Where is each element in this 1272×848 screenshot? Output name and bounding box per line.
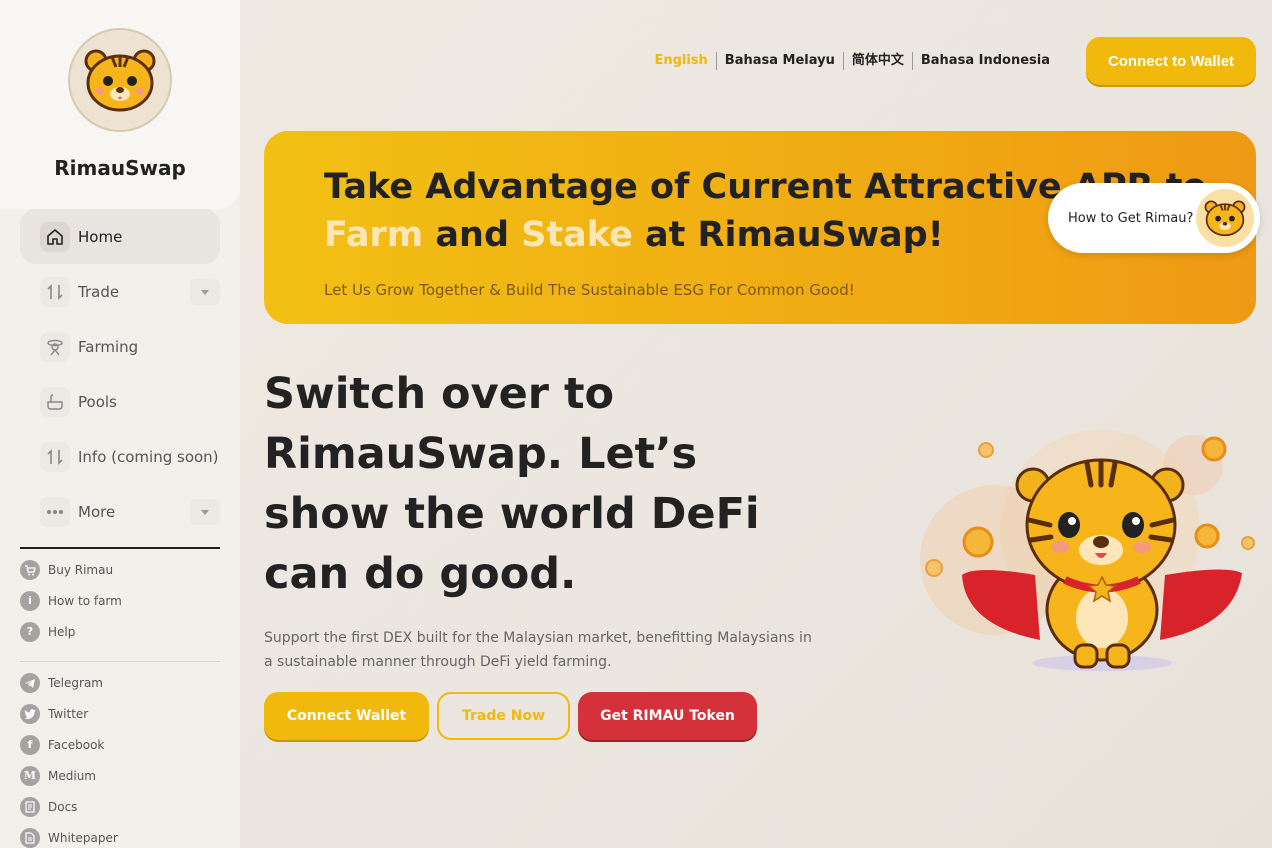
medium-icon: M: [20, 765, 40, 786]
pools-icon: [40, 386, 70, 417]
trade-icon: [40, 276, 70, 307]
sidebar-item-label: Farming: [78, 337, 139, 356]
telegram-icon: [20, 672, 40, 693]
sidebar-item-pools[interactable]: Pools: [20, 374, 220, 429]
banner-farm: Farm: [324, 215, 424, 255]
cart-icon: [20, 559, 40, 580]
link-twitter[interactable]: Twitter: [20, 698, 220, 729]
social-links: Telegram Twitter f Facebook M Medium Doc…: [20, 667, 220, 848]
tiger-logo-icon[interactable]: [68, 28, 172, 132]
help-links: Buy Rimau i How to farm ? Help: [20, 554, 220, 647]
link-facebook[interactable]: f Facebook: [20, 729, 220, 760]
farming-icon: [40, 331, 70, 362]
sidebar-item-info[interactable]: Info (coming soon): [20, 429, 220, 484]
link-label: Whitepaper: [48, 830, 118, 845]
lang-chinese[interactable]: 简体中文: [842, 52, 912, 70]
home-icon: [40, 221, 70, 252]
info-circle-icon: i: [20, 590, 40, 611]
banner-and: and: [435, 215, 509, 255]
sidebar-item-label: Home: [78, 227, 123, 246]
sidebar-divider: [20, 661, 220, 662]
connect-wallet-button[interactable]: Connect Wallet: [264, 692, 429, 740]
link-label: Docs: [48, 799, 78, 814]
whitepaper-icon: [20, 827, 40, 848]
link-telegram[interactable]: Telegram: [20, 667, 220, 698]
question-icon: ?: [20, 621, 40, 642]
tiger-mascot-illustration: [920, 430, 1255, 671]
sidebar-item-label: Pools: [78, 392, 117, 411]
link-help[interactable]: ? Help: [20, 616, 220, 647]
connect-to-wallet-button[interactable]: Connect to Wallet: [1086, 37, 1256, 85]
info-icon: [40, 441, 70, 472]
lang-bahasa-melayu[interactable]: Bahasa Melayu: [715, 52, 843, 70]
link-label: How to farm: [48, 593, 122, 608]
hero-description: Support the first DEX built for the Mala…: [264, 630, 812, 670]
link-buy-rimau[interactable]: Buy Rimau: [20, 554, 220, 585]
link-medium[interactable]: M Medium: [20, 760, 220, 791]
chevron-down-icon[interactable]: [190, 279, 220, 305]
link-label: Facebook: [48, 737, 105, 752]
sidebar-item-label: More: [78, 502, 116, 521]
link-docs[interactable]: Docs: [20, 791, 220, 822]
link-label: Medium: [48, 768, 96, 783]
link-label: Twitter: [48, 706, 89, 721]
sidebar-nav: Home Trade Farming Pools Info (coming so…: [20, 209, 220, 539]
sidebar: RimauSwap Home Trade Farming Pools Info …: [0, 0, 240, 848]
how-to-get-rimau-button[interactable]: How to Get Rimau?: [1048, 183, 1260, 253]
language-switcher: English Bahasa Melayu 简体中文 Bahasa Indone…: [646, 52, 1058, 70]
link-how-to-farm[interactable]: i How to farm: [20, 585, 220, 616]
trade-now-button[interactable]: Trade Now: [437, 692, 570, 740]
link-label: Buy Rimau: [48, 562, 114, 577]
sidebar-item-label: Info (coming soon): [78, 447, 219, 466]
sidebar-item-home[interactable]: Home: [20, 209, 220, 264]
get-rimau-token-button[interactable]: Get RIMAU Token: [578, 692, 757, 740]
sidebar-item-farming[interactable]: Farming: [20, 319, 220, 374]
facebook-icon: f: [20, 734, 40, 755]
sidebar-divider: [20, 547, 220, 549]
sidebar-item-label: Trade: [78, 282, 120, 301]
docs-icon: [20, 796, 40, 817]
brand-name: RimauSwap: [54, 156, 186, 180]
how-to-get-rimau-label: How to Get Rimau?: [1068, 210, 1194, 226]
tiger-avatar-icon: [1196, 189, 1254, 247]
chevron-down-icon[interactable]: [190, 499, 220, 525]
banner-subtitle: Let Us Grow Together & Build The Sustain…: [324, 281, 855, 299]
banner-stake: Stake: [521, 215, 633, 255]
sidebar-item-trade[interactable]: Trade: [20, 264, 220, 319]
link-label: Telegram: [48, 675, 103, 690]
link-label: Help: [48, 624, 76, 639]
more-icon: [40, 496, 70, 527]
hero-title: Switch over to RimauSwap. Let’s show the…: [264, 369, 760, 599]
twitter-icon: [20, 703, 40, 724]
banner-end: at RimauSwap!: [645, 215, 944, 255]
lang-bahasa-indonesia[interactable]: Bahasa Indonesia: [911, 52, 1058, 70]
sidebar-item-more[interactable]: More: [20, 484, 220, 539]
brand-block: RimauSwap: [0, 0, 240, 209]
link-whitepaper[interactable]: Whitepaper: [20, 822, 220, 848]
lang-english[interactable]: English: [646, 52, 715, 70]
